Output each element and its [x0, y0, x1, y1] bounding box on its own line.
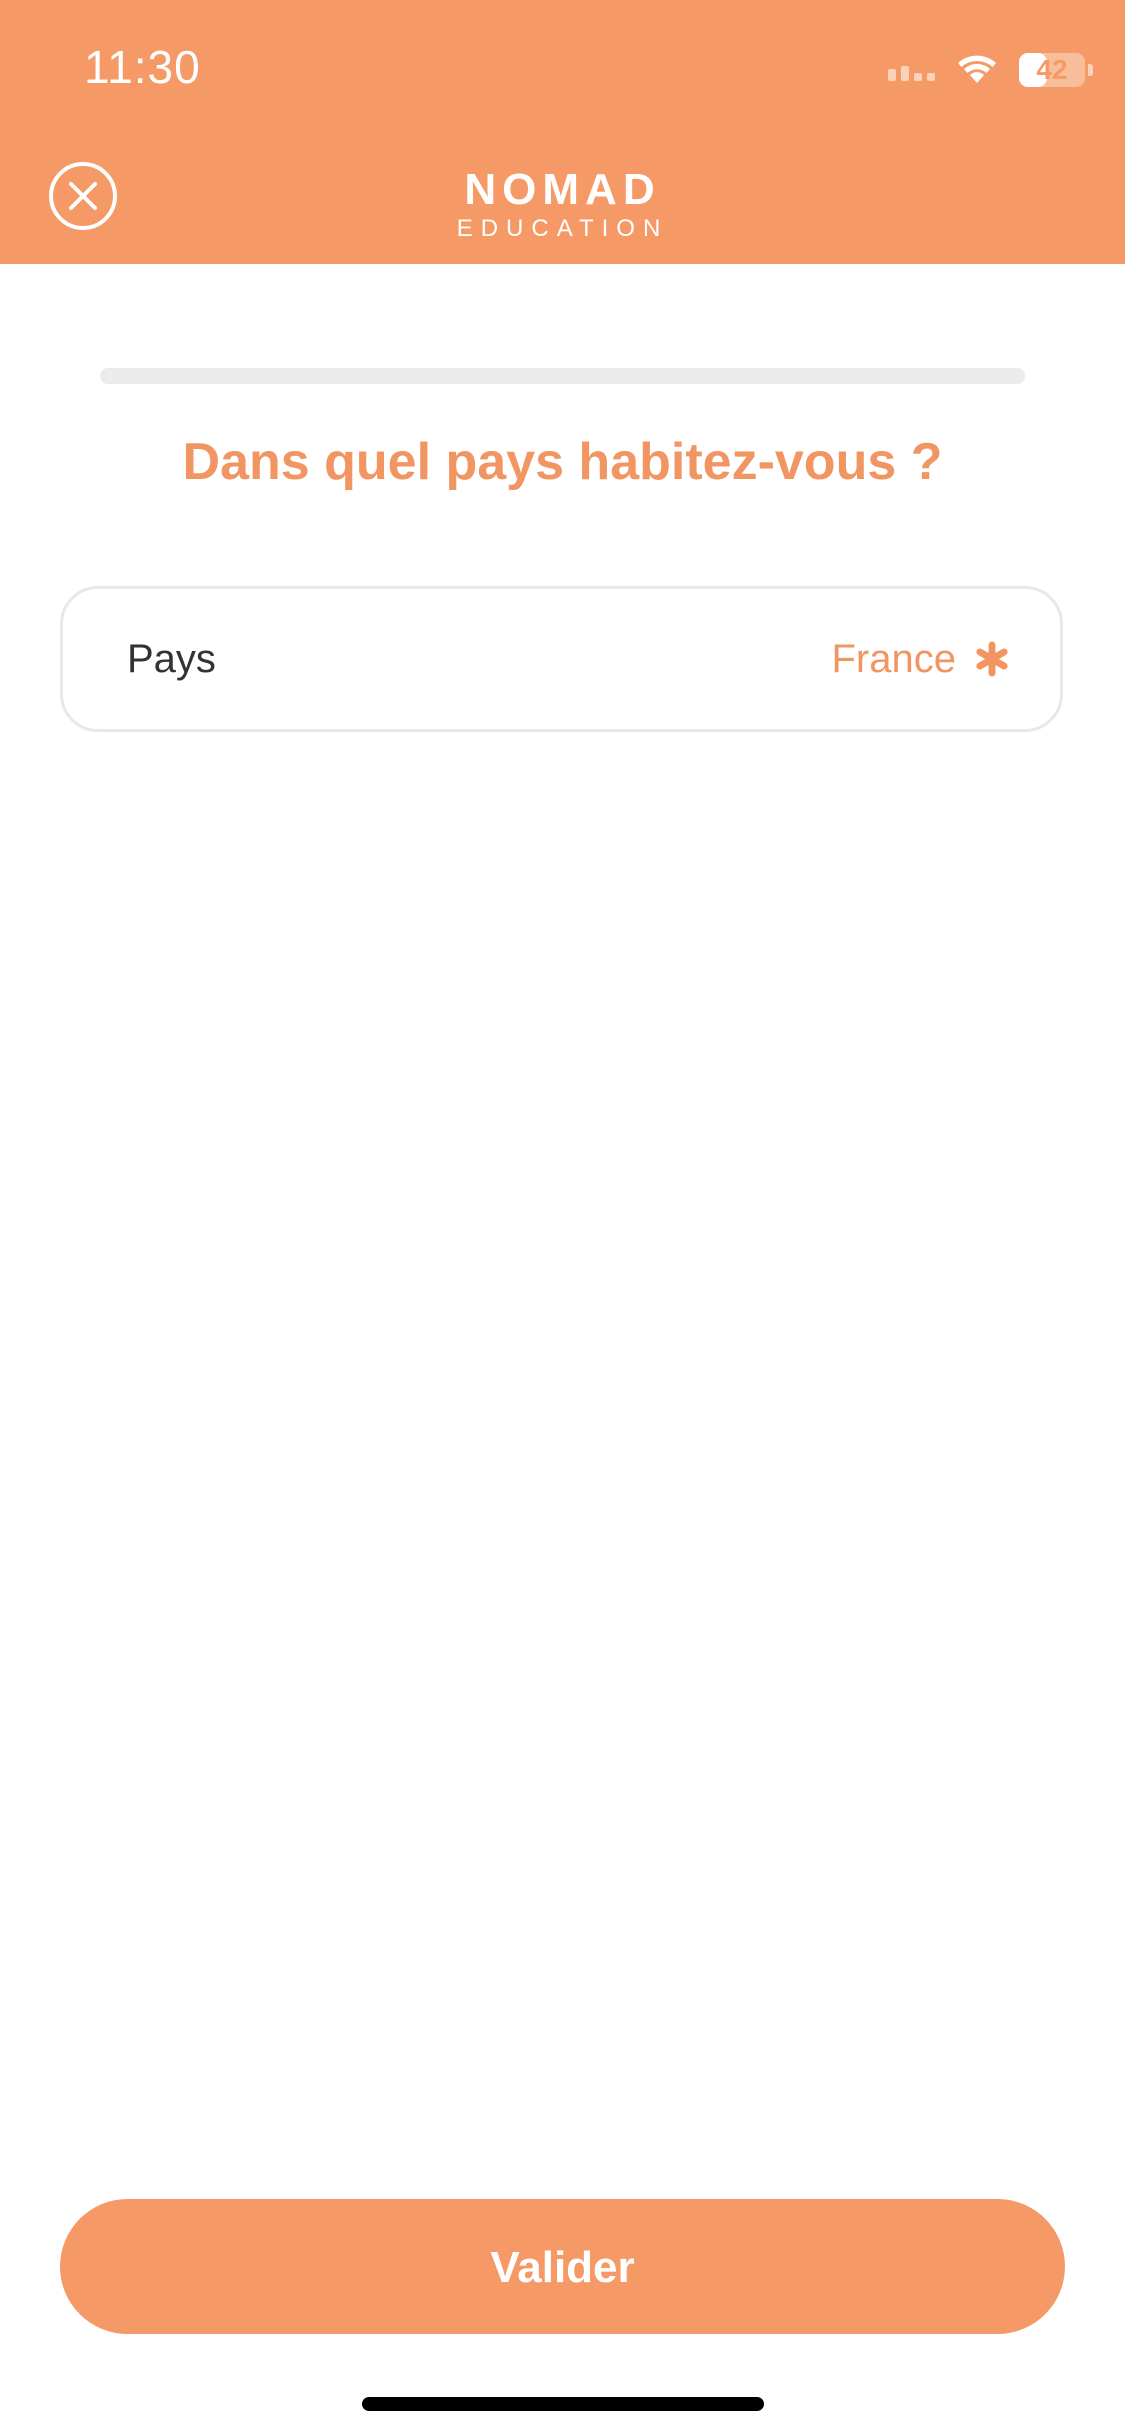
asterisk-icon	[976, 641, 1008, 677]
question-title: Dans quel pays habitez-vous ?	[182, 433, 943, 491]
validate-button[interactable]: Valider	[60, 2199, 1065, 2334]
wifi-icon	[958, 55, 996, 83]
country-field-value: France	[831, 637, 957, 681]
battery-icon: 42	[1019, 53, 1093, 87]
nomad-education-logo: NOMAD EDUCATION	[0, 168, 1125, 244]
header-bar: 11:30 42 NOMAD EDUCATION	[0, 0, 1125, 264]
cellular-signal-icon	[888, 59, 935, 81]
status-icons: 42	[888, 48, 1093, 92]
screen: 11:30 42 NOMAD EDUCATION Dans quel pays …	[0, 0, 1125, 2436]
battery-cap	[1088, 64, 1093, 76]
logo-main-text: NOMAD	[464, 165, 661, 214]
status-time: 11:30	[84, 41, 201, 93]
battery-percent: 42	[1036, 54, 1068, 85]
progress-bar	[100, 368, 1025, 384]
country-select[interactable]: Pays France	[60, 586, 1063, 732]
logo-sub-text: EDUCATION	[456, 215, 669, 242]
country-field-label: Pays	[127, 637, 216, 681]
home-indicator[interactable]	[362, 2397, 764, 2411]
